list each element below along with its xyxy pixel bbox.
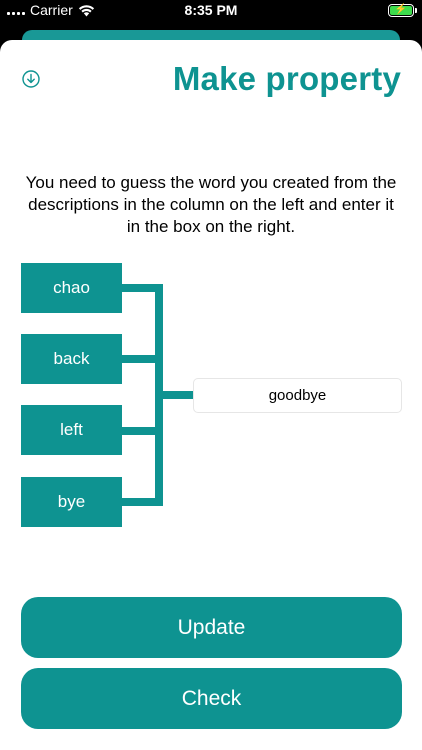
check-button[interactable]: Check: [21, 668, 402, 729]
status-bar: Carrier 8:35 PM ⚡: [0, 0, 422, 22]
word-box-2: back: [21, 334, 122, 384]
word-box-1: chao: [21, 263, 122, 313]
word-box-4: bye: [21, 477, 122, 527]
status-time: 8:35 PM: [184, 2, 238, 18]
instructions-text: You need to guess the word you created f…: [25, 173, 397, 236]
battery-charging-icon: ⚡: [388, 4, 417, 17]
page-title: Make property: [172, 60, 401, 97]
connector-branch-2: [122, 355, 155, 363]
connector-branch-3: [122, 427, 155, 435]
update-button[interactable]: Update: [21, 597, 402, 658]
download-circle-icon[interactable]: [22, 70, 40, 88]
connector-to-answer: [155, 391, 193, 399]
modal-sheet: Make property You need to guess the word…: [0, 40, 422, 750]
word-box-3: left: [21, 405, 122, 455]
answer-input[interactable]: [193, 378, 402, 413]
